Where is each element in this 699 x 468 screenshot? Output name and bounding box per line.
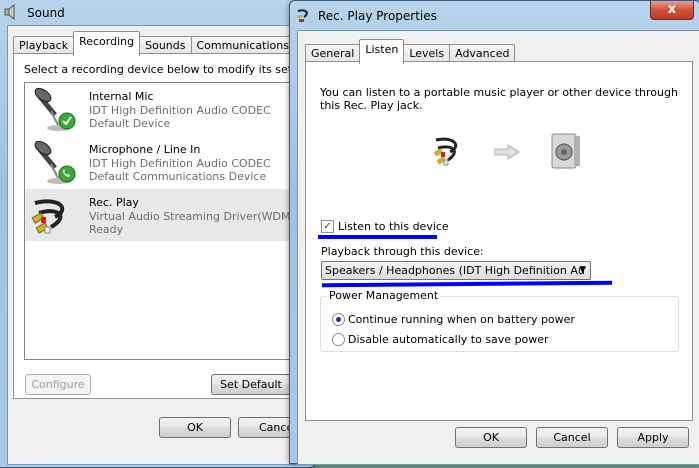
device-name: Rec. Play (89, 196, 139, 209)
recording-panel: Select a recording device below to modif… (13, 53, 307, 399)
playback-device-value: Speakers / Headphones (IDT High Definiti… (325, 264, 585, 277)
list-item-microphone-line-in[interactable]: Microphone / Line In IDT High Definition… (25, 136, 305, 188)
disable-automatically-label: Disable automatically to save power (348, 333, 549, 346)
ok-button[interactable]: OK (455, 427, 527, 448)
sound-client-area: Playback Recording Sounds Communications… (7, 25, 310, 465)
rca-cable-icon (432, 134, 466, 168)
window-title: Sound (27, 6, 65, 20)
device-status: Ready (89, 223, 124, 236)
speaker-icon (3, 3, 19, 21)
description-line-1: You can listen to a portable music playe… (320, 86, 678, 99)
listen-to-device-label: Listen to this device (338, 220, 449, 233)
tab-listen[interactable]: Listen (359, 39, 405, 64)
sound-window: Sound Playback Recording Sounds Communic… (0, 0, 316, 468)
device-driver: IDT High Definition Audio CODEC (89, 157, 271, 170)
list-item-rec-play[interactable]: Rec. Play Virtual Audio Streaming Driver… (25, 189, 305, 241)
speaker-icon (548, 132, 582, 170)
device-driver: IDT High Definition Audio CODEC (89, 104, 271, 117)
playback-device-select[interactable]: Speakers / Headphones (IDT High Definiti… (321, 261, 591, 280)
device-list[interactable]: Internal Mic IDT High Definition Audio C… (24, 82, 306, 360)
rca-cable-icon (296, 7, 312, 23)
radio-selected-dot (336, 317, 341, 322)
device-status: Default Communications Device (89, 170, 267, 183)
device-name: Internal Mic (89, 90, 154, 103)
window-title: Rec. Play Properties (318, 9, 437, 23)
close-button[interactable]: x (650, 1, 694, 20)
arrow-right-icon (494, 144, 520, 160)
listen-panel: You can listen to a portable music playe… (305, 61, 693, 421)
tab-recording[interactable]: Recording (73, 31, 141, 56)
instruction-text: Select a recording device below to modif… (24, 63, 307, 76)
list-item-internal-mic[interactable]: Internal Mic IDT High Definition Audio C… (25, 83, 305, 135)
device-status: Default Device (89, 117, 171, 130)
configure-button[interactable]: Configure (25, 374, 91, 395)
power-management-legend: Power Management (327, 289, 441, 302)
annotation-underline (322, 280, 612, 288)
microphone-icon (29, 87, 81, 133)
rca-cable-icon (29, 193, 81, 239)
disable-automatically-radio[interactable] (332, 333, 345, 346)
set-default-button[interactable]: Set Default (211, 374, 291, 395)
properties-client-area: General Listen Levels Advanced You can l… (297, 30, 699, 465)
description-line-2: this Rec. Play jack. (320, 99, 423, 112)
apply-button[interactable]: Apply (617, 427, 689, 448)
playback-through-label: Playback through this device: (321, 245, 484, 258)
continue-running-label: Continue running when on battery power (348, 313, 575, 326)
annotation-underline (318, 235, 437, 239)
microphone-icon (29, 140, 81, 186)
cancel-button[interactable]: Cancel (536, 427, 608, 448)
chevron-down-icon: ▼ (579, 265, 586, 275)
device-name: Microphone / Line In (89, 143, 201, 156)
power-management-group: Power Management Continue running when o… (320, 289, 679, 352)
continue-running-radio[interactable] (332, 313, 345, 326)
ok-button[interactable]: OK (159, 417, 231, 438)
properties-window: Rec. Play Properties x General Listen Le… (289, 0, 699, 465)
listen-to-device-checkbox[interactable]: ✓ (321, 220, 334, 233)
device-driver: Virtual Audio Streaming Driver(WDM/D (89, 210, 303, 223)
